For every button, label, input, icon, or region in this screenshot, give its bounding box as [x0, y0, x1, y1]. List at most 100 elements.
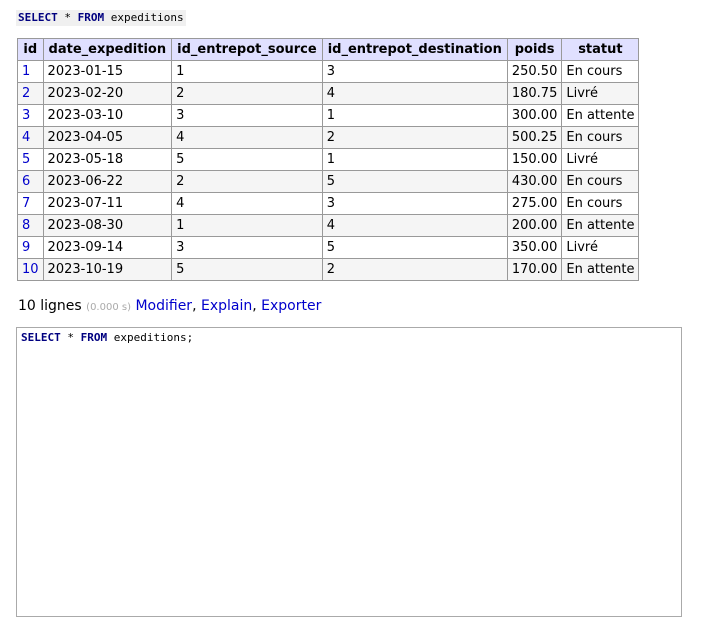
sql-keyword: SELECT [21, 331, 61, 344]
cell-id-entrepot-destination: 3 [321, 192, 508, 215]
cell-poids: 250.50 [506, 60, 563, 83]
sql-keyword: SELECT [18, 11, 58, 24]
row-id-cell[interactable]: 9 [17, 236, 44, 259]
table-row: 10 2023-10-19 5 2 170.00 En attente [17, 258, 640, 281]
cell-statut: En cours [561, 60, 640, 83]
row-id-link[interactable]: 9 [22, 240, 30, 255]
table-row: 7 2023-07-11 4 3 275.00 En cours [17, 192, 640, 215]
column-header-poids[interactable]: poids [506, 38, 563, 61]
row-id-cell[interactable]: 6 [17, 170, 44, 193]
cell-date-expedition: 2023-09-14 [42, 236, 173, 259]
row-id-cell[interactable]: 7 [17, 192, 44, 215]
cell-statut: Livré [561, 236, 640, 259]
cell-id-entrepot-source: 2 [171, 82, 323, 105]
executed-query: SELECT * FROM expeditions [16, 10, 186, 26]
row-id-link[interactable]: 6 [22, 174, 30, 189]
explain-link[interactable]: Explain [201, 298, 252, 314]
cell-id-entrepot-source: 4 [171, 126, 323, 149]
row-id-link[interactable]: 1 [22, 64, 30, 79]
table-row: 6 2023-06-22 2 5 430.00 En cours [17, 170, 640, 193]
cell-id-entrepot-destination: 1 [321, 148, 508, 171]
cell-id-entrepot-source: 1 [171, 214, 323, 237]
cell-id-entrepot-destination: 2 [321, 258, 508, 281]
results-table: id date_expedition id_entrepot_source id_en… [17, 38, 640, 281]
cell-date-expedition: 2023-10-19 [42, 258, 173, 281]
column-header-id-entrepot-destination[interactable]: id_entrepot_destination [321, 38, 508, 61]
row-id-link[interactable]: 5 [22, 152, 30, 167]
cell-poids: 200.00 [506, 214, 563, 237]
cell-poids: 275.00 [506, 192, 563, 215]
column-header-id[interactable]: id [17, 38, 44, 61]
cell-id-entrepot-source: 5 [171, 258, 323, 281]
row-id-cell[interactable]: 4 [17, 126, 44, 149]
table-row: 2 2023-02-20 2 4 180.75 Livré [17, 82, 640, 105]
sql-keyword: FROM [80, 331, 108, 344]
export-link[interactable]: Exporter [261, 298, 321, 314]
result-footer: 10 lignes (0.000 s) Modifier, Explain, E… [18, 297, 321, 317]
cell-id-entrepot-destination: 4 [321, 82, 508, 105]
cell-statut: En attente [561, 214, 640, 237]
column-header-id-entrepot-source[interactable]: id_entrepot_source [171, 38, 323, 61]
row-id-cell[interactable]: 3 [17, 104, 44, 127]
column-header-statut[interactable]: statut [561, 38, 640, 61]
table-header-row: id date_expedition id_entrepot_source id_en… [17, 38, 640, 61]
cell-poids: 170.00 [506, 258, 563, 281]
cell-id-entrepot-destination: 1 [321, 104, 508, 127]
cell-date-expedition: 2023-07-11 [42, 192, 173, 215]
cell-id-entrepot-source: 5 [171, 148, 323, 171]
cell-id-entrepot-destination: 4 [321, 214, 508, 237]
cell-date-expedition: 2023-03-10 [42, 104, 173, 127]
separator: , [252, 298, 257, 314]
cell-id-entrepot-destination: 2 [321, 126, 508, 149]
cell-statut: En cours [561, 170, 640, 193]
cell-poids: 500.25 [506, 126, 563, 149]
cell-statut: En attente [561, 258, 640, 281]
cell-statut: Livré [561, 82, 640, 105]
cell-id-entrepot-source: 3 [171, 236, 323, 259]
table-row: 8 2023-08-30 1 4 200.00 En attente [17, 214, 640, 237]
cell-date-expedition: 2023-08-30 [42, 214, 173, 237]
row-id-cell[interactable]: 2 [17, 82, 44, 105]
table-row: 4 2023-04-05 4 2 500.25 En cours [17, 126, 640, 149]
row-id-link[interactable]: 10 [22, 262, 39, 277]
table-row: 3 2023-03-10 3 1 300.00 En attente [17, 104, 640, 127]
cell-id-entrepot-destination: 3 [321, 60, 508, 83]
cell-poids: 350.00 [506, 236, 563, 259]
row-id-link[interactable]: 3 [22, 108, 30, 123]
table-row: 5 2023-05-18 5 1 150.00 Livré [17, 148, 640, 171]
cell-poids: 180.75 [506, 82, 563, 105]
cell-date-expedition: 2023-04-05 [42, 126, 173, 149]
table-body: 1 2023-01-15 1 3 250.50 En cours 2 2023-02-20 2 4… [17, 60, 640, 281]
modify-link[interactable]: Modifier [135, 298, 192, 314]
cell-statut: En cours [561, 126, 640, 149]
row-id-cell[interactable]: 10 [17, 258, 44, 281]
row-id-link[interactable]: 2 [22, 86, 30, 101]
sql-star: * [67, 331, 74, 344]
cell-id-entrepot-source: 3 [171, 104, 323, 127]
separator: , [192, 298, 197, 314]
cell-id-entrepot-destination: 5 [321, 170, 508, 193]
row-id-cell[interactable]: 5 [17, 148, 44, 171]
row-id-link[interactable]: 4 [22, 130, 30, 145]
cell-date-expedition: 2023-01-15 [42, 60, 173, 83]
cell-id-entrepot-source: 2 [171, 170, 323, 193]
sql-editor[interactable]: SELECT * FROM expeditions; [16, 327, 682, 617]
cell-poids: 150.00 [506, 148, 563, 171]
sql-keyword: FROM [77, 11, 105, 24]
row-id-link[interactable]: 7 [22, 196, 30, 211]
sql-star: * [64, 11, 71, 24]
cell-statut: Livré [561, 148, 640, 171]
query-time: (0.000 s) [86, 302, 131, 313]
cell-date-expedition: 2023-02-20 [42, 82, 173, 105]
cell-poids: 430.00 [506, 170, 563, 193]
sql-table-name: expeditions; [113, 331, 194, 344]
table-row: 1 2023-01-15 1 3 250.50 En cours [17, 60, 640, 83]
cell-date-expedition: 2023-06-22 [42, 170, 173, 193]
row-id-cell[interactable]: 1 [17, 60, 44, 83]
table-row: 9 2023-09-14 3 5 350.00 Livré [17, 236, 640, 259]
row-id-link[interactable]: 8 [22, 218, 30, 233]
cell-statut: En cours [561, 192, 640, 215]
cell-id-entrepot-source: 1 [171, 60, 323, 83]
column-header-date-expedition[interactable]: date_expedition [42, 38, 173, 61]
row-id-cell[interactable]: 8 [17, 214, 44, 237]
